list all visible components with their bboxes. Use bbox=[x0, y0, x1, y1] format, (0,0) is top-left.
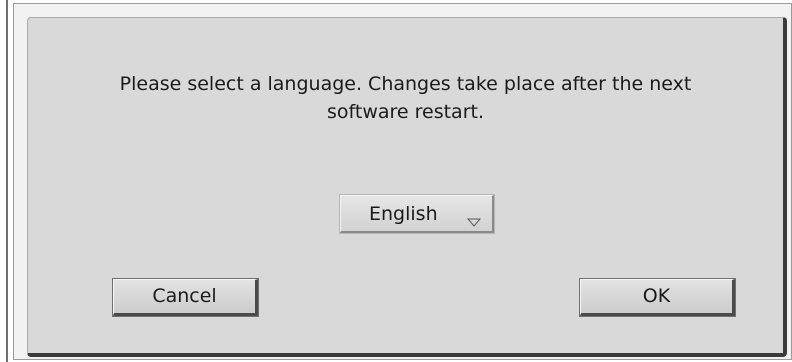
window-edge bbox=[0, 0, 8, 362]
chevron-down-icon bbox=[466, 212, 482, 231]
message-line-1: Please select a language. Changes take p… bbox=[119, 73, 692, 95]
instruction-message: Please select a language. Changes take p… bbox=[28, 70, 783, 126]
dialog-panel: Please select a language. Changes take p… bbox=[27, 17, 787, 357]
message-line-2: software restart. bbox=[326, 101, 484, 123]
cancel-button[interactable]: Cancel bbox=[113, 279, 258, 316]
ok-button[interactable]: OK bbox=[580, 279, 735, 316]
language-select-value: English bbox=[369, 203, 438, 225]
language-dialog: Please select a language. Changes take p… bbox=[13, 3, 792, 360]
language-select[interactable]: English bbox=[340, 195, 494, 233]
